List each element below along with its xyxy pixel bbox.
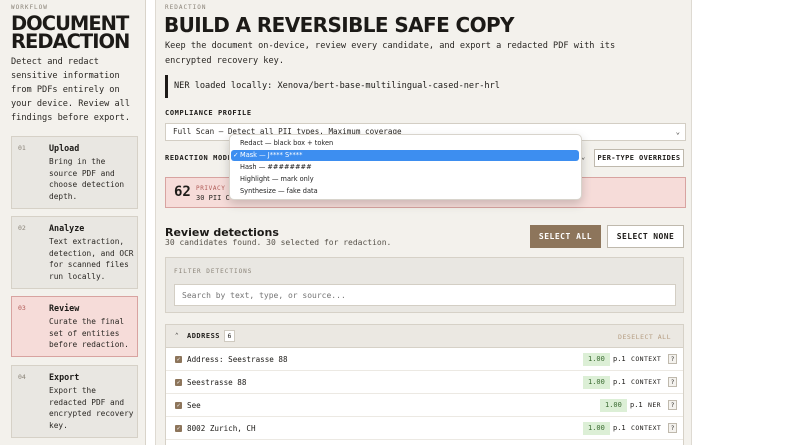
summary-line-2: 30 PII C: [196, 194, 230, 202]
page-ref: p.1: [613, 355, 626, 363]
step-title: Review: [49, 303, 80, 313]
page-title: BUILD A REVERSIBLE SAFE COPY: [164, 13, 515, 37]
deselect-all-button[interactable]: DESELECT ALL: [618, 333, 671, 341]
group-header[interactable]: ⌃ ADDRESS 6 DESELECT ALL: [166, 325, 683, 348]
help-icon[interactable]: ?: [668, 400, 677, 410]
step-description: Curate the final set of entities before …: [49, 317, 129, 350]
detection-text: 8002 Zurich, CH: [187, 424, 256, 433]
step-description: Bring in the source PDF and choose detec…: [49, 157, 125, 202]
group-name: ADDRESS: [187, 332, 221, 340]
step-review[interactable]: 03 Review Curate the final set of entiti…: [11, 296, 138, 357]
select-none-button[interactable]: SELECT NONE: [607, 225, 684, 248]
confidence-score: 1.00: [600, 399, 627, 412]
filter-label: FILTER DETECTIONS: [174, 268, 253, 275]
confidence-score: 1.00: [583, 422, 610, 435]
help-icon[interactable]: ?: [668, 377, 677, 387]
step-export[interactable]: 04 Export Export the redacted PDF and en…: [11, 365, 138, 438]
compliance-profile-label: COMPLIANCE PROFILE: [165, 109, 252, 117]
sidebar-eyebrow: WORKFLOW: [11, 4, 48, 11]
menu-item-mask[interactable]: ✓ Mask — J**** S****: [231, 150, 579, 161]
page-ref: p.1: [613, 378, 626, 386]
redaction-panel: REDACTION BUILD A REVERSIBLE SAFE COPY K…: [155, 0, 692, 445]
page-description: Keep the document on-device, review ever…: [165, 41, 616, 66]
row-checkbox[interactable]: ✓: [175, 402, 182, 409]
row-checkbox[interactable]: ✓: [175, 379, 182, 386]
menu-item-highlight[interactable]: Highlight — mark only: [231, 174, 579, 185]
detection-group-address: ⌃ ADDRESS 6 DESELECT ALL ✓ Address: Sees…: [165, 324, 684, 445]
sidebar-title: DOCUMENT REDACTION: [11, 12, 130, 53]
detection-text: Seestrasse 88: [187, 378, 247, 387]
filter-search-input[interactable]: [174, 284, 676, 306]
select-all-button[interactable]: SELECT ALL: [530, 225, 601, 248]
workflow-sidebar: WORKFLOW DOCUMENT REDACTION Detect and r…: [0, 0, 146, 445]
row-checkbox[interactable]: ✓: [175, 356, 182, 363]
review-subtitle: 30 candidates found. 30 selected for red…: [165, 238, 392, 247]
menu-item-label: Hash — ########: [240, 163, 312, 171]
step-number: 01: [18, 144, 26, 152]
step-title: Upload: [49, 143, 80, 153]
step-number: 03: [18, 304, 26, 312]
ner-status: NER loaded locally: Xenova/bert-base-mul…: [165, 75, 685, 98]
menu-item-label: Redact — black box + token: [240, 139, 334, 147]
detection-source: NER: [648, 401, 661, 409]
step-number: 02: [18, 224, 26, 232]
filter-panel: FILTER DETECTIONS: [165, 257, 684, 313]
detection-text: See: [187, 401, 201, 410]
group-count-badge: 6: [224, 330, 235, 342]
detection-text: Address: Seestrasse 88: [187, 355, 288, 364]
step-number: 04: [18, 373, 26, 381]
confidence-score: 1.00: [583, 376, 610, 389]
menu-item-synthesize[interactable]: Synthesize — fake data: [231, 186, 579, 197]
menu-item-redact[interactable]: Redact — black box + token: [231, 138, 579, 149]
step-upload[interactable]: 01 Upload Bring in the source PDF and ch…: [11, 136, 138, 209]
table-row[interactable]: ✓ Address: Seestrasse 88 1.00 p.1 CONTEX…: [166, 349, 683, 371]
menu-item-hash[interactable]: Hash — ########: [231, 162, 579, 173]
privacy-score: 62: [174, 184, 191, 200]
checkmark-icon: ✓: [233, 151, 239, 159]
step-title: Analyze: [49, 223, 85, 233]
table-row[interactable]: ✓ See 1.00 p.1 NER ?: [166, 395, 683, 417]
row-checkbox[interactable]: ✓: [175, 425, 182, 432]
menu-item-label: Highlight — mark only: [240, 175, 314, 183]
detection-source: CONTEXT: [631, 424, 662, 432]
chevron-up-icon[interactable]: ⌃: [175, 332, 179, 339]
confidence-score: 1.00: [583, 353, 610, 366]
step-analyze[interactable]: 02 Analyze Text extraction, detection, a…: [11, 216, 138, 289]
sidebar-description: Detect and redact sensitive information …: [11, 57, 130, 123]
step-description: Text extraction, detection, and OCR for …: [49, 237, 134, 282]
page-ref: p.1: [613, 424, 626, 432]
help-icon[interactable]: ?: [668, 423, 677, 433]
chevron-down-icon: ⌄: [675, 128, 680, 136]
main-eyebrow: REDACTION: [165, 4, 207, 11]
detection-source: CONTEXT: [631, 355, 662, 363]
menu-item-label: Synthesize — fake data: [240, 187, 318, 195]
per-type-overrides-button[interactable]: PER-TYPE OVERRIDES: [594, 149, 684, 167]
detection-source: CONTEXT: [631, 378, 662, 386]
table-row[interactable]: ✓ Seestrasse 88 1.00 p.1 CONTEXT ?: [166, 372, 683, 394]
redaction-mode-menu[interactable]: Redact — black box + token ✓ Mask — J****…: [229, 134, 582, 200]
step-description: Export the redacted PDF and encrypted re…: [49, 386, 134, 431]
page-ref: p.1: [630, 401, 643, 409]
table-row[interactable]: ✓ 8002 Zurich, CH 1.00 p.1 CONTEXT ?: [166, 418, 683, 440]
step-title: Export: [49, 372, 80, 382]
redaction-mode-label: REDACTION MODE: [165, 154, 233, 162]
help-icon[interactable]: ?: [668, 354, 677, 364]
menu-item-label: Mask — J**** S****: [240, 151, 303, 159]
